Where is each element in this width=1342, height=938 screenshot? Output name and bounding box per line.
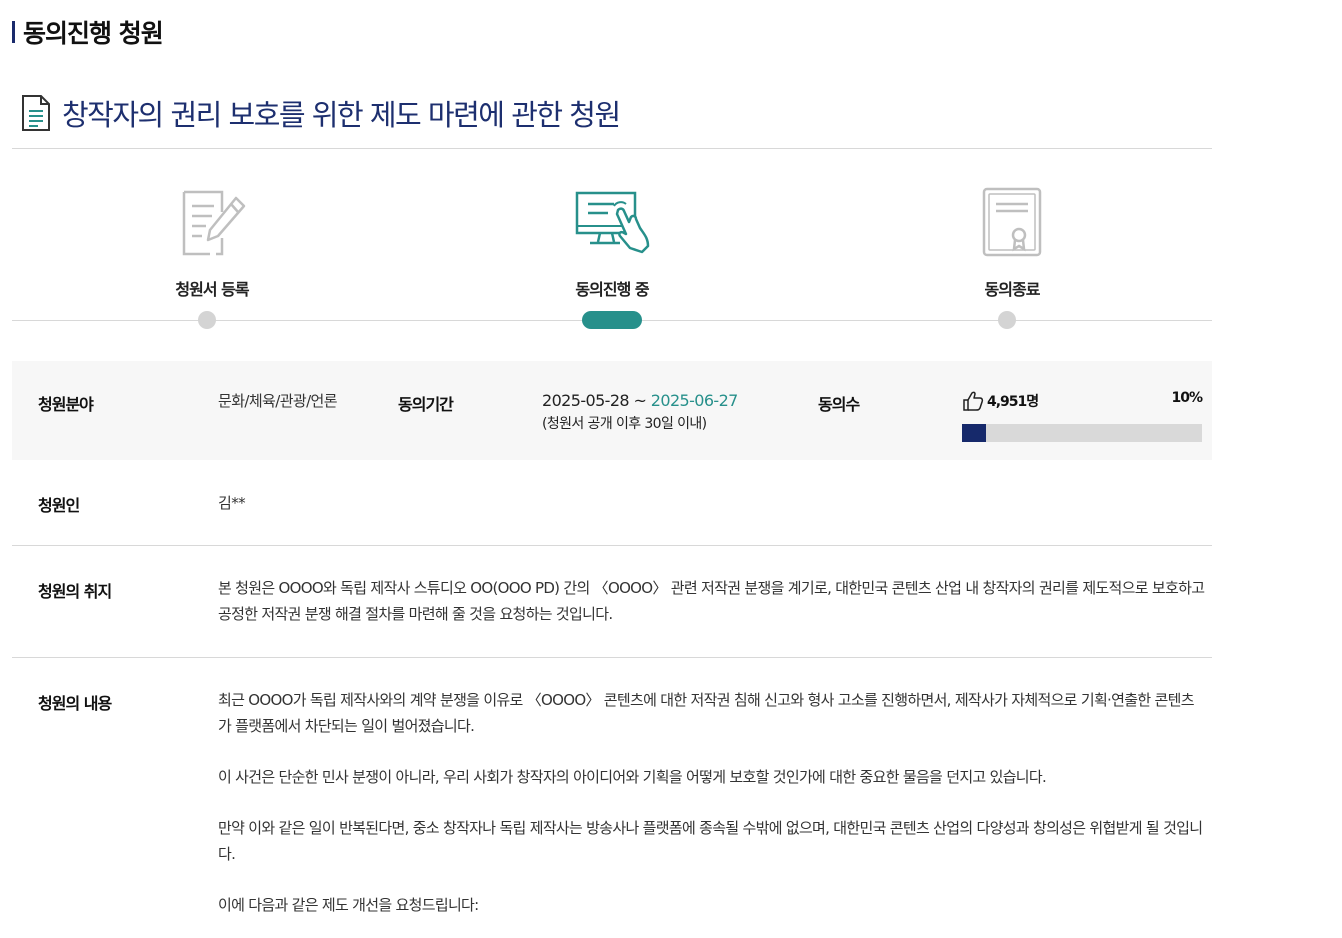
divider bbox=[12, 545, 1212, 546]
votes-percent: 10% bbox=[1171, 390, 1203, 406]
petition-title-text: 창작자의 권리 보호를 위한 제도 마련에 관한 청원 bbox=[62, 98, 621, 132]
divider bbox=[12, 148, 1212, 149]
document-icon bbox=[22, 95, 50, 131]
votes-progress-fill bbox=[962, 424, 986, 442]
votes-progress-bar bbox=[962, 424, 1202, 442]
step-registration: 청원서 등록 bbox=[112, 186, 312, 300]
step-in-progress: 동의진행 중 bbox=[512, 186, 712, 300]
certificate-icon bbox=[982, 187, 1042, 257]
period-end: 2025-06-27 bbox=[650, 391, 739, 410]
title-bar-decoration bbox=[12, 21, 15, 43]
content-paragraph: 이 사건은 단순한 민사 분쟁이 아니라, 우리 사회가 창작자의 아이디어와 … bbox=[218, 768, 1047, 786]
period-value: 2025-05-28 ~ 2025-06-27 bbox=[542, 391, 738, 410]
period-separator: ~ bbox=[629, 391, 651, 410]
thumbs-up-icon bbox=[963, 391, 984, 411]
step-dot-active bbox=[582, 311, 642, 329]
monitor-touch-icon bbox=[575, 191, 650, 254]
content-paragraph: 이에 다음과 같은 제도 개선을 요청드립니다: bbox=[218, 896, 479, 914]
purpose-text: 본 청원은 OOOO와 독립 제작사 스튜디오 OO(OOO PD) 간의 〈O… bbox=[218, 579, 1205, 623]
content-label: 청원의 내용 bbox=[38, 694, 112, 713]
form-edit-icon bbox=[182, 190, 246, 256]
content-paragraph: 최근 OOOO가 독립 제작사와의 계약 분쟁을 이유로 〈OOOO〉 콘텐츠에… bbox=[218, 691, 1194, 735]
content-paragraph: 만약 이와 같은 일이 반복된다면, 중소 창작자나 독립 제작사는 방송사나 … bbox=[218, 819, 1203, 863]
period-note: (청원서 공개 이후 30일 이내) bbox=[542, 416, 707, 432]
votes-count-group: 4,951명 bbox=[962, 390, 1039, 412]
step-closed: 동의종료 bbox=[912, 186, 1112, 300]
period-start: 2025-05-28 bbox=[542, 391, 630, 410]
section-title: 동의진행 청원 bbox=[12, 16, 164, 48]
step-dot-closed bbox=[998, 311, 1016, 329]
field-label: 청원분야 bbox=[38, 395, 94, 414]
step-dot-registration bbox=[198, 311, 216, 329]
votes-count: 4,951명 bbox=[987, 394, 1039, 410]
petitioner-value: 김** bbox=[218, 494, 246, 512]
petitioner-label: 청원인 bbox=[38, 496, 80, 515]
votes-label: 동의수 bbox=[818, 395, 860, 414]
period-label: 동의기간 bbox=[398, 395, 454, 414]
divider bbox=[12, 657, 1212, 658]
field-value: 문화/체육/관광/언론 bbox=[218, 392, 338, 410]
section-title-text: 동의진행 청원 bbox=[23, 19, 164, 48]
step-label: 동의진행 중 bbox=[575, 280, 649, 299]
petition-title: 창작자의 권리 보호를 위한 제도 마련에 관한 청원 bbox=[20, 92, 621, 134]
purpose-label: 청원의 취지 bbox=[38, 582, 112, 601]
step-label: 동의종료 bbox=[984, 280, 1041, 299]
step-label: 청원서 등록 bbox=[175, 280, 249, 299]
